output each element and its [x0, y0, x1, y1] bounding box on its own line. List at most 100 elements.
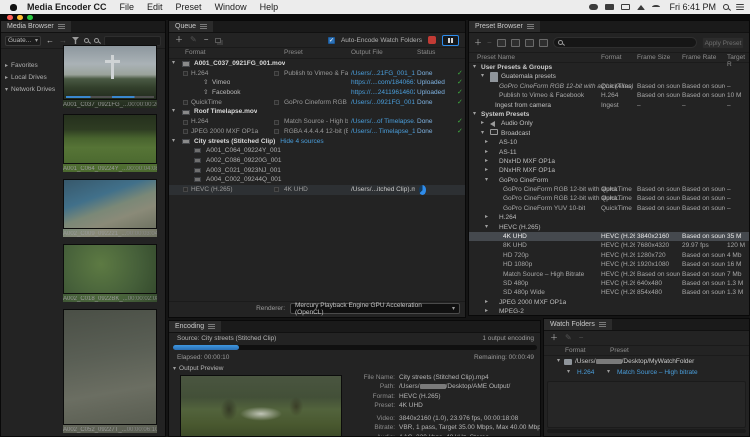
queue-cell-preset[interactable] — [284, 88, 348, 98]
queue-cell-format[interactable] — [191, 146, 271, 156]
panel-menu-icon[interactable] — [58, 24, 65, 29]
duplicate-icon[interactable] — [215, 38, 221, 43]
queue-cell-format[interactable] — [191, 88, 271, 98]
chevron-icon[interactable] — [469, 251, 477, 260]
queue-row[interactable]: A004_C002_09244Q_001 — [169, 175, 465, 185]
column-preset-name[interactable]: Preset Name — [477, 54, 515, 61]
menu-item[interactable]: Preset — [176, 2, 202, 12]
preset-row[interactable]: HEVC (H.265) — [469, 223, 749, 232]
column-format[interactable]: Format — [565, 347, 586, 354]
chevron-icon[interactable] — [485, 307, 493, 316]
notification-center-icon[interactable] — [736, 4, 744, 10]
preset-checkbox[interactable] — [274, 120, 279, 125]
queue-cell-preset[interactable] — [284, 156, 348, 166]
spotlight-search-icon[interactable] — [723, 4, 729, 10]
queue-cell-format[interactable]: HEVC (H.265) — [191, 185, 271, 195]
camera-status-icon[interactable] — [589, 4, 598, 10]
zoom-in-icon[interactable] — [84, 38, 89, 43]
preset-checkbox[interactable] — [274, 71, 279, 76]
queue-row[interactable]: H.264 Publish to Vimeo & Face... /Users/… — [169, 69, 465, 79]
queue-cell-preset[interactable] — [284, 146, 348, 156]
chevron-icon[interactable] — [5, 86, 8, 93]
queue-cell-preset[interactable] — [284, 166, 348, 176]
remove-watch-folder-icon[interactable]: − — [579, 333, 584, 343]
preset-row[interactable]: AS-11 — [469, 148, 749, 157]
menu-item[interactable]: Window — [215, 2, 247, 12]
preset-row[interactable]: Match Source – High Bitrate HEVC (H.265)… — [469, 270, 749, 279]
queue-cell-output-link[interactable]: /Users/...itched Clip).mp4 — [351, 185, 415, 195]
search-icon[interactable] — [94, 38, 99, 43]
chevron-icon[interactable] — [469, 185, 477, 194]
queue-row[interactable]: JPEG 2000 MXF OP1a RGBA 4.4.4.4 12-bit (… — [169, 127, 465, 137]
preset-row[interactable]: HD 720p HEVC (H.265) 1280x720 Based on s… — [469, 251, 749, 260]
chevron-icon[interactable] — [469, 279, 477, 288]
menu-bar-clock[interactable]: Fri 6:41 PM — [669, 2, 716, 12]
chevron-icon[interactable] — [172, 166, 180, 176]
chevron-icon[interactable] — [172, 88, 180, 98]
preset-row[interactable]: Broadcast — [469, 129, 749, 138]
queue-cell-format[interactable]: QuickTime — [191, 98, 271, 108]
clip-thumbnail[interactable] — [63, 309, 157, 425]
queue-row[interactable]: Vimeo https://....com/184066142 Uploaded… — [169, 78, 465, 88]
window-minimize-button[interactable] — [17, 15, 23, 21]
clip-thumbnail[interactable] — [63, 179, 157, 229]
preset-checkbox[interactable] — [274, 100, 279, 105]
preset-row[interactable]: Guatemala presets — [469, 72, 749, 81]
preset-row[interactable]: H.264 — [469, 213, 749, 222]
new-preset-icon[interactable]: ＋ — [474, 38, 482, 48]
clip-thumbnail[interactable] — [63, 45, 157, 100]
queue-cell-output-link[interactable]: https://....24119614602283 — [351, 88, 415, 98]
queue-cell-format[interactable] — [191, 137, 271, 147]
media-clip[interactable]: A002_C009_092221_... 00:00:03:04 — [63, 179, 157, 237]
chevron-icon[interactable] — [469, 204, 477, 213]
queue-cell-output-link[interactable]: /Users/...21FG_001_1.mp4 — [351, 69, 415, 79]
chevron-icon[interactable] — [481, 119, 489, 128]
tree-item[interactable]: Network Drives — [5, 83, 61, 95]
preset-row[interactable]: JPEG 2000 MXF OP1a — [469, 298, 749, 307]
queue-cell-preset[interactable]: RGBA 4.4.4.4 12-bit (BC... — [284, 127, 348, 137]
format-dropdown-chevron-icon[interactable]: ▾ — [567, 367, 570, 378]
queue-cell-preset[interactable] — [284, 78, 348, 88]
airplay-status-icon[interactable] — [637, 5, 645, 10]
chevron-icon[interactable] — [485, 91, 493, 100]
column-format[interactable]: Format — [601, 54, 622, 61]
chevron-icon[interactable] — [172, 146, 180, 156]
chevron-icon[interactable] — [172, 107, 180, 117]
media-clip[interactable]: A002_C018_0922BK_... 00:00:02:08 — [63, 244, 157, 302]
preset-search-input[interactable] — [566, 39, 693, 46]
column-frame-size[interactable]: Frame Size — [637, 54, 670, 61]
queue-cell-output-link[interactable] — [351, 59, 415, 69]
tab-preset-browser[interactable]: Preset Browser — [469, 21, 540, 32]
format-checkbox[interactable] — [183, 129, 188, 134]
import-preset-icon[interactable] — [525, 39, 534, 47]
queue-cell-output-link[interactable] — [351, 107, 415, 117]
queue-row[interactable]: A001_C064_09224Y_001 — [169, 146, 465, 156]
output-preview-header[interactable]: Output Preview — [173, 365, 223, 372]
chevron-icon[interactable] — [485, 213, 493, 222]
renderer-dropdown[interactable]: Mercury Playback Engine GPU Acceleration… — [290, 303, 460, 314]
preset-settings-icon[interactable] — [511, 39, 520, 47]
queue-cell-output-link[interactable]: /Users/... Timelapse_1.mxf — [351, 127, 415, 137]
queue-cell-preset[interactable] — [284, 59, 348, 69]
preset-row[interactable]: GoPro CineForm RGB 12-bit with alpha... … — [469, 194, 749, 203]
queue-cell-preset[interactable] — [284, 107, 348, 117]
preset-row[interactable]: Publish to Vimeo & Facebook H.264 Based … — [469, 91, 749, 100]
column-format[interactable]: Format — [185, 49, 206, 56]
preset-row[interactable]: SD 480p HEVC (H.265) 640x480 Based on so… — [469, 279, 749, 288]
queue-row[interactable]: Roof Timelapse.mov — [169, 107, 465, 117]
export-preset-icon[interactable] — [539, 39, 548, 47]
chevron-icon[interactable] — [473, 110, 481, 119]
chevron-icon[interactable] — [485, 176, 493, 185]
chevron-icon[interactable] — [481, 101, 489, 110]
preset-row[interactable]: DNxHR MXF OP1a — [469, 166, 749, 175]
watch-folder-preset[interactable]: Match Source – High bitrate — [617, 367, 698, 378]
queue-cell-output-link[interactable]: https://....com/184066142 — [351, 78, 415, 88]
queue-cell-preset[interactable]: 4K UHD — [284, 185, 348, 195]
watch-folder-row[interactable]: /Users//Desktop/MyWatchFolder — [544, 356, 749, 367]
queue-cell-format[interactable]: H.264 — [191, 69, 271, 79]
chevron-icon[interactable] — [469, 194, 477, 203]
column-preset[interactable]: Preset — [610, 347, 629, 354]
edit-pencil-icon[interactable]: ✎ — [565, 333, 572, 343]
queue-cell-output-link[interactable] — [351, 166, 415, 176]
panel-menu-icon[interactable] — [208, 324, 215, 329]
